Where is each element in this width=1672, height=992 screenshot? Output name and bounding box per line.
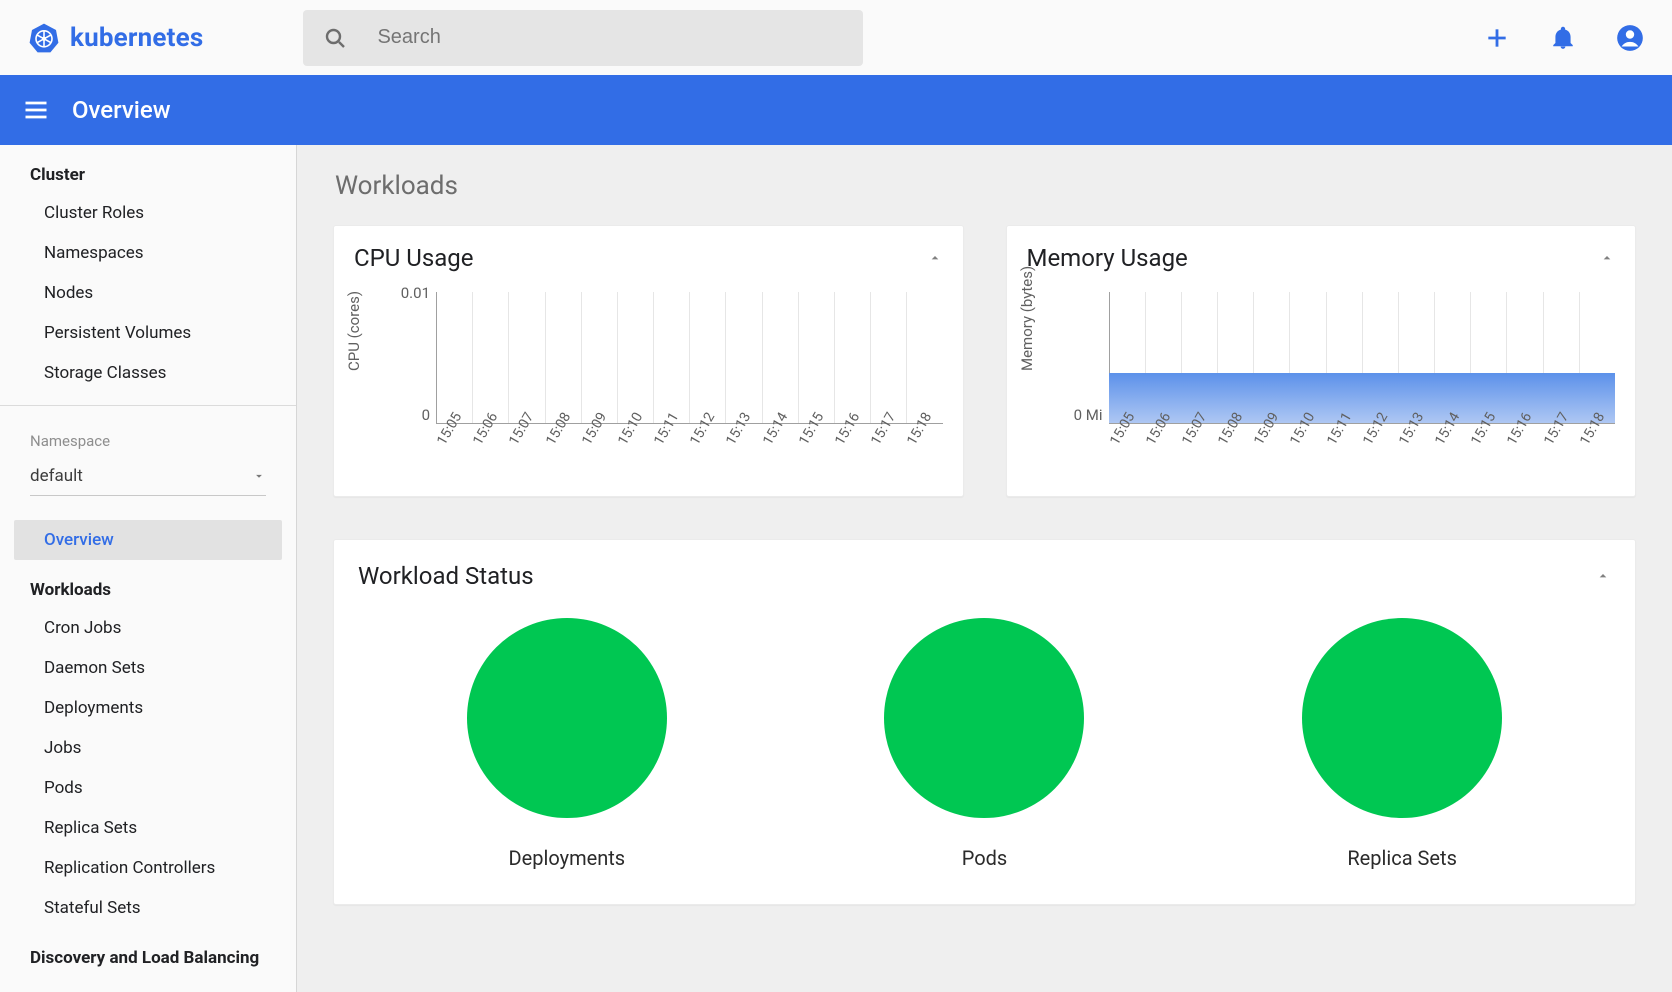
chart-gridline bbox=[834, 292, 870, 423]
chart-gridline bbox=[436, 292, 472, 423]
brand-logo[interactable]: kubernetes bbox=[28, 22, 203, 54]
namespace-select[interactable]: default bbox=[30, 456, 266, 496]
workload-status-item: Deployments bbox=[467, 618, 667, 870]
chevron-down-icon bbox=[252, 469, 266, 483]
main-content: Workloads CPU Usage CPU (cores) 0.01 0 1… bbox=[297, 145, 1672, 992]
namespace-value: default bbox=[30, 466, 83, 486]
section-caption: Workloads bbox=[335, 171, 1636, 201]
cpu-ylabel: CPU (cores) bbox=[345, 291, 363, 371]
search-box[interactable] bbox=[303, 10, 863, 66]
workload-status-item: Replica Sets bbox=[1302, 618, 1502, 870]
workload-status-item: Pods bbox=[884, 618, 1084, 870]
cpu-usage-card: CPU Usage CPU (cores) 0.01 0 15:0515:061… bbox=[333, 225, 964, 497]
sidebar-item-replica-sets[interactable]: Replica Sets bbox=[0, 808, 296, 848]
workload-status-card: Workload Status Deployments Pods Replica S… bbox=[333, 539, 1636, 905]
chart-gridline bbox=[725, 292, 761, 423]
sidebar-item-persistent-volumes[interactable]: Persistent Volumes bbox=[0, 313, 296, 353]
kubernetes-logo-icon bbox=[28, 22, 60, 54]
memory-usage-chart: Memory (bytes) 0 Mi 15:0515:0615:0715:08… bbox=[1027, 284, 1616, 474]
create-icon[interactable] bbox=[1484, 25, 1510, 51]
sidebar-item-daemon-sets[interactable]: Daemon Sets bbox=[0, 648, 296, 688]
sidebar-item-cron-jobs[interactable]: Cron Jobs bbox=[0, 608, 296, 648]
sidebar-divider bbox=[0, 405, 296, 406]
search-input[interactable] bbox=[375, 25, 843, 50]
sidebar-item-namespaces[interactable]: Namespaces bbox=[0, 233, 296, 273]
sidebar-item-replication-controllers[interactable]: Replication Controllers bbox=[0, 848, 296, 888]
namespace-label: Namespace bbox=[0, 418, 296, 452]
chart-gridline bbox=[545, 292, 581, 423]
account-icon[interactable] bbox=[1616, 24, 1644, 52]
status-card-title: Workload Status bbox=[358, 562, 534, 590]
status-donut-label: Deployments bbox=[467, 846, 667, 870]
chart-gridline bbox=[617, 292, 653, 423]
cpu-ytick-top: 0.01 bbox=[390, 284, 430, 302]
chart-gridline bbox=[581, 292, 617, 423]
chart-gridline bbox=[689, 292, 725, 423]
chart-gridline bbox=[472, 292, 508, 423]
menu-icon[interactable] bbox=[22, 96, 50, 124]
chart-gridline bbox=[906, 292, 942, 423]
collapse-icon[interactable] bbox=[1595, 568, 1611, 584]
chart-gridline bbox=[870, 292, 906, 423]
status-donut bbox=[884, 618, 1084, 818]
sidebar-section-dlb[interactable]: Discovery and Load Balancing bbox=[0, 928, 296, 976]
status-donut-label: Pods bbox=[884, 846, 1084, 870]
status-donut bbox=[1302, 618, 1502, 818]
sidebar-item-jobs[interactable]: Jobs bbox=[0, 728, 296, 768]
sidebar-item-storage-classes[interactable]: Storage Classes bbox=[0, 353, 296, 393]
cpu-card-title: CPU Usage bbox=[354, 244, 473, 272]
status-donut-label: Replica Sets bbox=[1302, 846, 1502, 870]
mem-card-title: Memory Usage bbox=[1027, 244, 1188, 272]
sidebar: Cluster Cluster Roles Namespaces Nodes P… bbox=[0, 145, 297, 992]
chrome-actions bbox=[1484, 24, 1644, 52]
cpu-usage-chart: CPU (cores) 0.01 0 15:0515:0615:0715:081… bbox=[354, 284, 943, 474]
cpu-ytick-bot: 0 bbox=[390, 406, 430, 424]
sidebar-item-pods[interactable]: Pods bbox=[0, 768, 296, 808]
sidebar-item-nodes[interactable]: Nodes bbox=[0, 273, 296, 313]
status-donut bbox=[467, 618, 667, 818]
memory-usage-card: Memory Usage Memory (bytes) 0 Mi 15:0515… bbox=[1006, 225, 1637, 497]
top-chrome: kubernetes bbox=[0, 0, 1672, 75]
chart-area-fill bbox=[1109, 373, 1616, 423]
sidebar-item-overview[interactable]: Overview bbox=[14, 520, 282, 560]
chart-gridline bbox=[508, 292, 544, 423]
sidebar-item-deployments[interactable]: Deployments bbox=[0, 688, 296, 728]
chart-gridline bbox=[653, 292, 689, 423]
notifications-icon[interactable] bbox=[1550, 25, 1576, 51]
mem-ytick-bot: 0 Mi bbox=[1063, 406, 1103, 424]
sidebar-item-cluster-roles[interactable]: Cluster Roles bbox=[0, 193, 296, 233]
sidebar-section-cluster[interactable]: Cluster bbox=[0, 145, 296, 193]
search-icon bbox=[323, 26, 347, 50]
page-toolbar: Overview bbox=[0, 75, 1672, 145]
collapse-icon[interactable] bbox=[1599, 250, 1615, 266]
brand-name: kubernetes bbox=[70, 23, 203, 53]
chart-gridline bbox=[762, 292, 798, 423]
chart-gridline bbox=[798, 292, 834, 423]
collapse-icon[interactable] bbox=[927, 250, 943, 266]
page-title: Overview bbox=[72, 96, 171, 124]
sidebar-section-workloads[interactable]: Workloads bbox=[0, 560, 296, 608]
mem-ylabel: Memory (bytes) bbox=[1018, 266, 1036, 371]
sidebar-item-stateful-sets[interactable]: Stateful Sets bbox=[0, 888, 296, 928]
